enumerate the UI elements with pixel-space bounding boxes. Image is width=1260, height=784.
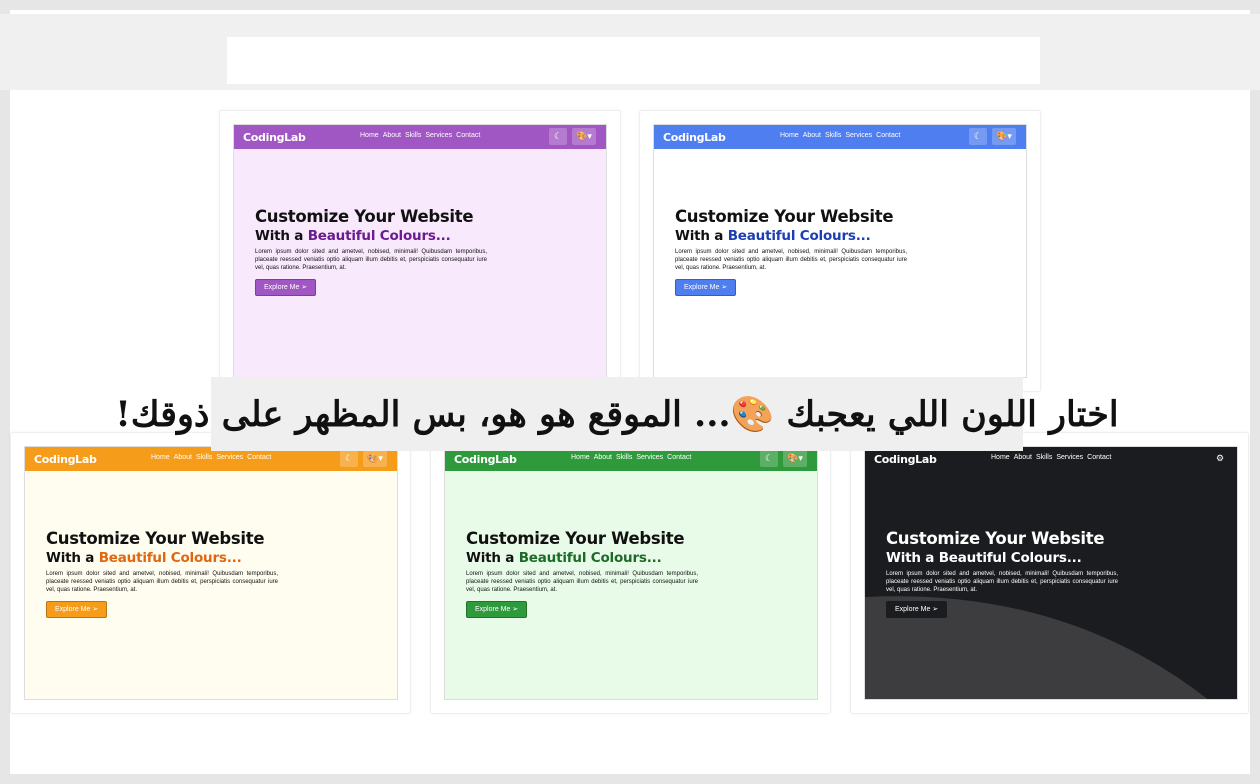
hero-subtitle-highlight: Beautiful Colours...: [98, 550, 242, 566]
caption-text: اختار اللون اللي يعجبك 🎨... الموقع هو هو…: [115, 393, 1119, 435]
hero-title: Customize Your Website: [46, 529, 265, 548]
hero-subtitle: With a Beautiful Colours...: [886, 550, 1126, 566]
hero-subtitle: With a Beautiful Colours...: [255, 228, 495, 244]
hero-text: Lorem ipsum dolor sited and ametvel, nob…: [675, 249, 907, 271]
hero-subtitle-prefix: With a: [886, 550, 939, 566]
preview-hero: Customize Your Website With a Beautiful …: [675, 207, 915, 296]
nav-link-about[interactable]: About: [1014, 454, 1032, 461]
moon-icon[interactable]: ☾: [969, 128, 987, 145]
theme-preview-orange: CodingLab Home About Skills Services Con…: [24, 446, 398, 700]
preview-nav-links: Home About Skills Services Contact: [571, 454, 691, 461]
preview-navbar: CodingLab Home About Skills Services Con…: [654, 125, 1026, 149]
nav-link-about[interactable]: About: [174, 454, 192, 461]
nav-link-services[interactable]: Services: [636, 454, 663, 461]
preview-nav-links: Home About Skills Services Contact: [360, 132, 480, 139]
nav-link-home[interactable]: Home: [571, 454, 590, 461]
nav-link-home[interactable]: Home: [780, 132, 799, 139]
preview-hero: Customize Your Website With a Beautiful …: [466, 529, 706, 618]
hero-title: Customize Your Website: [886, 529, 1105, 548]
moon-icon[interactable]: ☾: [549, 128, 567, 145]
hero-subtitle: With a Beautiful Colours...: [675, 228, 915, 244]
nav-link-contact[interactable]: Contact: [667, 454, 691, 461]
palette-icon[interactable]: 🎨▾: [992, 128, 1016, 145]
caption-banner: اختار اللون اللي يعجبك 🎨... الموقع هو هو…: [115, 377, 1119, 451]
hero-subtitle-prefix: With a: [466, 550, 519, 566]
preview-logo: CodingLab: [34, 452, 97, 466]
nav-link-about[interactable]: About: [803, 132, 821, 139]
nav-link-services[interactable]: Services: [1056, 454, 1083, 461]
hero-subtitle-highlight: Beautiful Colours...: [938, 550, 1082, 566]
explore-button[interactable]: Explore Me ➢: [886, 601, 948, 618]
theme-preview-blue: CodingLab Home About Skills Services Con…: [653, 124, 1027, 378]
theme-card-green[interactable]: CodingLab Home About Skills Services Con…: [430, 432, 831, 714]
nav-link-skills[interactable]: Skills: [196, 454, 212, 461]
palette-icon[interactable]: 🎨▾: [783, 450, 807, 467]
hero-subtitle: With a Beautiful Colours...: [466, 550, 706, 566]
nav-link-contact[interactable]: Contact: [247, 454, 271, 461]
hero-text: Lorem ipsum dolor sited and ametvel, nob…: [46, 571, 278, 593]
preview-hero: Customize Your Website With a Beautiful …: [886, 529, 1126, 618]
nav-link-skills[interactable]: Skills: [405, 132, 421, 139]
preview-nav-links: Home About Skills Services Contact: [151, 454, 271, 461]
theme-preview-purple: CodingLab Home About Skills Services Con…: [233, 124, 607, 378]
nav-link-services[interactable]: Services: [216, 454, 243, 461]
nav-link-home[interactable]: Home: [360, 132, 379, 139]
hero-text: Lorem ipsum dolor sited and ametvel, nob…: [255, 249, 487, 271]
nav-link-home[interactable]: Home: [151, 454, 170, 461]
theme-card-blue[interactable]: CodingLab Home About Skills Services Con…: [639, 110, 1041, 392]
nav-link-skills[interactable]: Skills: [1036, 454, 1052, 461]
preview-logo: CodingLab: [874, 452, 937, 466]
moon-icon[interactable]: ☾: [760, 450, 778, 467]
explore-button[interactable]: Explore Me ➢: [675, 279, 737, 296]
hero-subtitle-prefix: With a: [46, 550, 99, 566]
nav-link-services[interactable]: Services: [845, 132, 872, 139]
theme-card-orange[interactable]: CodingLab Home About Skills Services Con…: [10, 432, 411, 714]
hero-subtitle-highlight: Beautiful Colours...: [518, 550, 662, 566]
nav-link-services[interactable]: Services: [425, 132, 452, 139]
preview-nav-links: Home About Skills Services Contact: [991, 454, 1111, 461]
palette-icon[interactable]: 🎨▾: [572, 128, 596, 145]
explore-button[interactable]: Explore Me ➢: [466, 601, 528, 618]
preview-logo: CodingLab: [663, 130, 726, 144]
hero-subtitle-prefix: With a: [255, 228, 308, 244]
explore-button[interactable]: Explore Me ➢: [46, 601, 108, 618]
preview-logo: CodingLab: [454, 452, 517, 466]
theme-card-dark[interactable]: CodingLab Home About Skills Services Con…: [850, 432, 1249, 714]
hero-text: Lorem ipsum dolor sited and ametvel, nob…: [466, 571, 698, 593]
gear-icon[interactable]: ⚙: [1211, 450, 1229, 467]
explore-button[interactable]: Explore Me ➢: [255, 279, 317, 296]
hero-title: Customize Your Website: [255, 207, 474, 226]
hero-title: Customize Your Website: [466, 529, 685, 548]
preview-nav-links: Home About Skills Services Contact: [780, 132, 900, 139]
palette-icon[interactable]: 🎨▾: [363, 450, 387, 467]
nav-link-skills[interactable]: Skills: [616, 454, 632, 461]
nav-link-about[interactable]: About: [383, 132, 401, 139]
preview-hero: Customize Your Website With a Beautiful …: [255, 207, 495, 296]
theme-preview-green: CodingLab Home About Skills Services Con…: [444, 446, 818, 700]
theme-card-purple[interactable]: CodingLab Home About Skills Services Con…: [219, 110, 621, 392]
hero-subtitle-highlight: Beautiful Colours...: [307, 228, 451, 244]
address-bar[interactable]: [227, 37, 1040, 84]
preview-hero: Customize Your Website With a Beautiful …: [46, 529, 286, 618]
nav-link-about[interactable]: About: [594, 454, 612, 461]
hero-title: Customize Your Website: [675, 207, 894, 226]
preview-navbar: CodingLab Home About Skills Services Con…: [234, 125, 606, 149]
preview-logo: CodingLab: [243, 130, 306, 144]
nav-link-contact[interactable]: Contact: [876, 132, 900, 139]
moon-icon[interactable]: ☾: [340, 450, 358, 467]
hero-subtitle: With a Beautiful Colours...: [46, 550, 286, 566]
hero-subtitle-prefix: With a: [675, 228, 728, 244]
nav-link-home[interactable]: Home: [991, 454, 1010, 461]
hero-subtitle-highlight: Beautiful Colours...: [727, 228, 871, 244]
theme-preview-dark: CodingLab Home About Skills Services Con…: [864, 446, 1238, 700]
nav-link-contact[interactable]: Contact: [1087, 454, 1111, 461]
hero-text: Lorem ipsum dolor sited and ametvel, nob…: [886, 571, 1118, 593]
nav-link-contact[interactable]: Contact: [456, 132, 480, 139]
nav-link-skills[interactable]: Skills: [825, 132, 841, 139]
